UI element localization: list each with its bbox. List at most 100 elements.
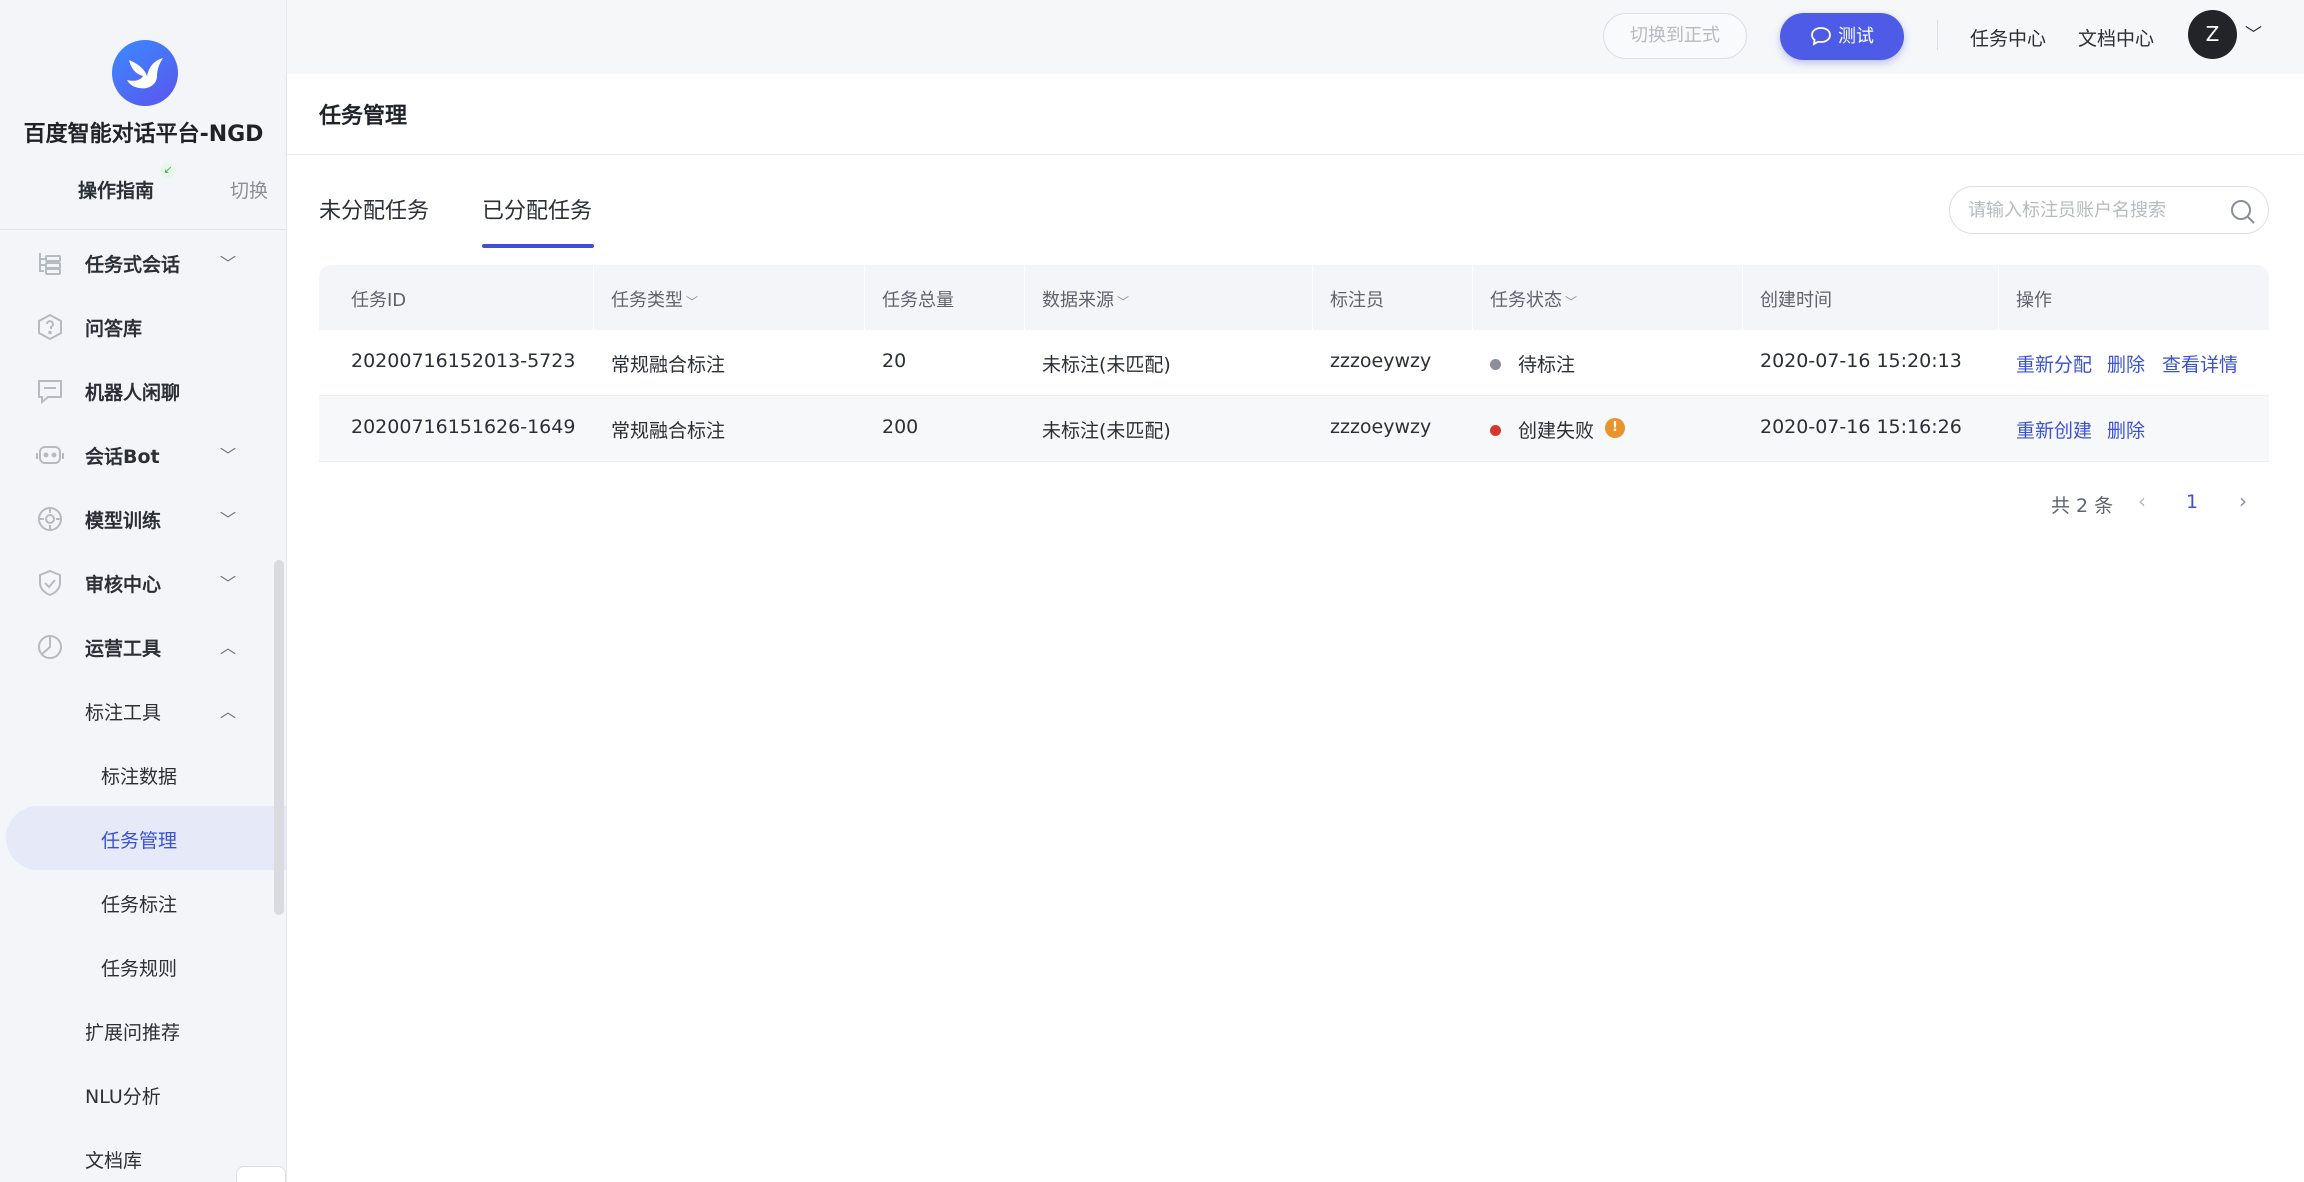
pie-icon [38, 635, 62, 659]
sidebar-item-bot[interactable]: 会话Bot ﹀ [0, 422, 286, 486]
column-header-actions: 操作 [2016, 290, 2052, 311]
chevron-down-icon: ﹀ [1565, 295, 1578, 309]
sidebar-subitem-label: 任务规则 [101, 958, 178, 980]
guide-link[interactable]: 操作指南 [78, 176, 154, 203]
page-number-current[interactable]: 1 [2186, 491, 2198, 513]
sidebar-item-task-labeling[interactable]: 任务标注 [0, 870, 286, 934]
column-header-total: 任务总量 [882, 290, 954, 311]
platform-name: 百度智能对话平台-NGD [23, 122, 264, 147]
chevron-down-icon[interactable]: ﹀ [2245, 20, 2262, 45]
sidebar-item-review[interactable]: 审核中心 ﹀ [0, 550, 286, 614]
divider [1937, 20, 1938, 50]
column-header-source[interactable]: 数据来源 ﹀ [1042, 286, 1129, 312]
search-icon[interactable] [2230, 199, 2256, 225]
chevron-down-icon: ﹀ [220, 510, 237, 529]
tab-active-indicator [482, 244, 594, 248]
reassign-link[interactable]: 重新分配 [2016, 350, 2092, 377]
view-details-link[interactable]: 查看详情 [2162, 350, 2238, 377]
cell-created-time: 2020-07-16 15:20:13 [1760, 350, 1962, 372]
doc-center-link[interactable]: 文档中心 [2078, 24, 2154, 51]
tab-assigned[interactable]: 已分配任务 [482, 193, 592, 225]
chevron-down-icon: ﹀ [220, 446, 237, 465]
chat-icon [38, 380, 62, 405]
sidebar-subitem-label: NLU分析 [85, 1086, 161, 1108]
column-divider [864, 265, 865, 330]
sidebar-item-expand-question[interactable]: 扩展问推荐 [0, 998, 286, 1062]
platform-logo [112, 40, 178, 106]
recreate-link[interactable]: 重新创建 [2016, 416, 2092, 443]
cell-task-id: 20200716152013-5723 [351, 350, 576, 372]
sidebar-subitem-label: 标注数据 [101, 766, 178, 788]
cell-task-total: 20 [882, 350, 907, 372]
sidebar-item-chitchat[interactable]: 机器人闲聊 [0, 358, 286, 422]
column-divider [1998, 265, 1999, 330]
sidebar-item-label-data[interactable]: 标注数据 [0, 742, 286, 806]
sidebar-scrollbar[interactable] [274, 560, 284, 915]
cell-annotator: zzzoeywzy [1330, 350, 1432, 372]
column-header-label: 任务类型 [611, 290, 683, 311]
delete-link[interactable]: 删除 [2107, 350, 2145, 377]
sidebar-item-label: 会话Bot [85, 446, 160, 468]
column-header-label: 任务状态 [1490, 290, 1562, 311]
column-header-type[interactable]: 任务类型 ﹀ [611, 286, 698, 312]
cell-task-total: 200 [882, 416, 919, 438]
sidebar-item-ops-tools[interactable]: 运营工具 ︿ [0, 614, 286, 678]
warning-icon[interactable]: ! [1605, 418, 1625, 438]
test-button-label: 测试 [1838, 26, 1874, 47]
sidebar-item-nlu-analysis[interactable]: NLU分析 [0, 1062, 286, 1126]
cell-data-source: 未标注(未匹配) [1042, 354, 1171, 376]
delete-link[interactable]: 删除 [2107, 416, 2145, 443]
flow-icon [39, 253, 61, 275]
search-input[interactable] [1968, 197, 2218, 223]
model-icon [38, 507, 62, 531]
chevron-down-icon: ﹀ [686, 295, 699, 309]
sidebar-item-label-tools[interactable]: 标注工具 ︿ [0, 678, 286, 742]
page-header: 任务管理 [287, 74, 2304, 154]
main-content: 未分配任务 已分配任务 任务ID 任务类型﹀ 任务总量 数据来源﹀ 标注员 任务… [287, 155, 2304, 1182]
sidebar-item-label: 运营工具 [85, 638, 162, 660]
search-box[interactable] [1949, 186, 2269, 234]
sidebar-subitem-label: 任务标注 [101, 894, 178, 916]
pager-total: 共 2 条 [2051, 495, 2114, 517]
cell-data-source: 未标注(未匹配) [1042, 420, 1171, 442]
top-bar: 切换到正式 测试 任务中心 文档中心 Z ﹀ [287, 0, 2304, 74]
status-dot-icon [1490, 359, 1501, 370]
new-badge-icon: ↙ [160, 162, 176, 178]
test-button[interactable]: 测试 [1780, 13, 1904, 60]
chevron-down-icon: ﹀ [220, 254, 237, 273]
cell-status: 创建失败 [1518, 420, 1595, 442]
sidebar-subitem-label: 扩展问推荐 [85, 1022, 181, 1044]
chat-bubble-icon [1811, 27, 1831, 46]
sidebar-item-model[interactable]: 模型训练 ﹀ [0, 486, 286, 550]
sidebar-item-label: 问答库 [85, 318, 143, 340]
switch-link[interactable]: 切换 [230, 176, 268, 203]
sidebar-item-task-management[interactable]: 任务管理 [6, 806, 286, 870]
cell-task-id: 20200716151626-1649 [351, 416, 576, 438]
cell-created-time: 2020-07-16 15:16:26 [1760, 416, 1962, 438]
chevron-right-icon[interactable]: › [2239, 489, 2247, 513]
table-header: 任务ID 任务类型 ﹀ 任务总量 数据来源 ﹀ 标注员 任务状态 ﹀ 创建时间 操作 [319, 265, 2269, 330]
sidebar-subitem-label: 标注工具 [85, 702, 162, 724]
sidebar-item-label: 任务式会话 [85, 254, 181, 276]
task-center-link[interactable]: 任务中心 [1970, 24, 2046, 51]
column-divider [593, 265, 594, 330]
sidebar-item-task-rules[interactable]: 任务规则 [0, 934, 286, 998]
chevron-up-icon: ︿ [220, 638, 237, 657]
column-header-status[interactable]: 任务状态 ﹀ [1490, 286, 1577, 312]
column-header-created: 创建时间 [1760, 290, 1832, 311]
chevron-up-icon: ︿ [220, 702, 237, 721]
sidebar-item-qa[interactable]: 问答库 [0, 294, 286, 358]
column-divider [1742, 265, 1743, 330]
cell-status: 待标注 [1518, 354, 1576, 376]
switch-to-production-button[interactable]: 切换到正式 [1603, 13, 1747, 59]
sidebar-item-task-dialog[interactable]: 任务式会话 ﹀ [0, 230, 286, 294]
sidebar-header: 百度智能对话平台-NGD 操作指南 ↙ 切换 [0, 0, 286, 230]
avatar[interactable]: Z [2188, 10, 2237, 59]
tab-unassigned[interactable]: 未分配任务 [319, 193, 429, 225]
column-divider [1312, 265, 1313, 330]
sidebar: 百度智能对话平台-NGD 操作指南 ↙ 切换 任务式会话 ﹀ 问答库 机器人闲聊… [0, 0, 287, 1182]
chevron-left-icon[interactable]: ‹ [2138, 489, 2146, 513]
collapse-sidebar-button[interactable] [236, 1166, 286, 1182]
question-icon [38, 313, 62, 341]
cell-annotator: zzzoeywzy [1330, 416, 1432, 438]
